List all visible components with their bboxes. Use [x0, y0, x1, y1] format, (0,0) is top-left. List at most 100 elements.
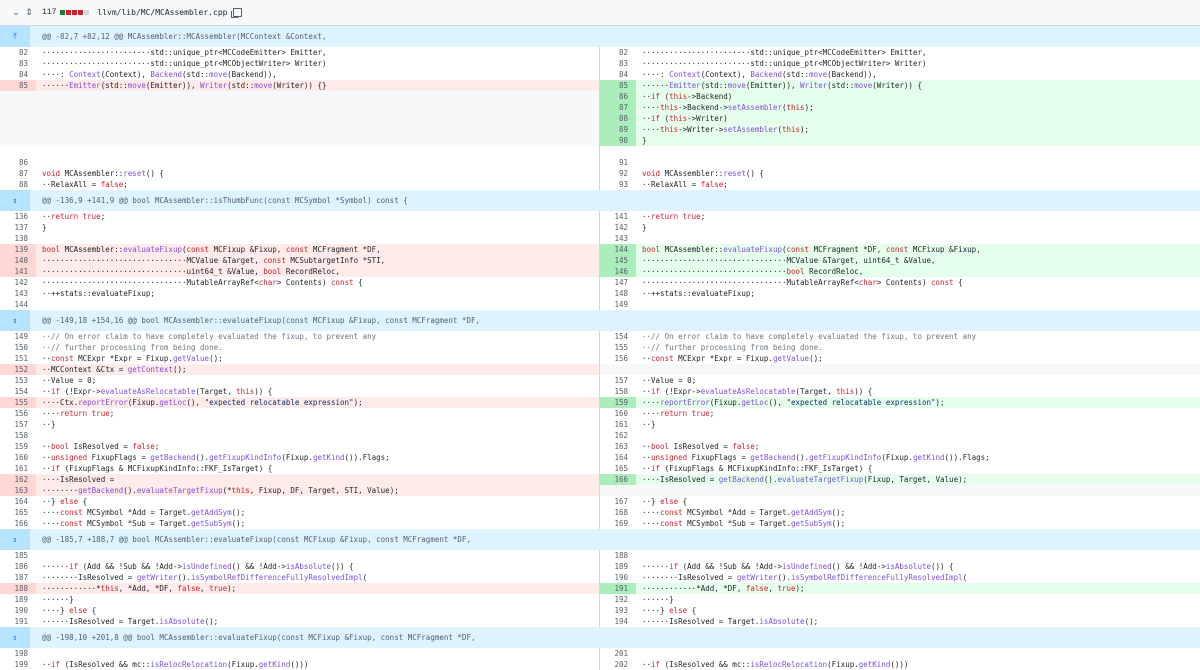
- line-number[interactable]: 141: [0, 266, 36, 277]
- line-number[interactable]: 92: [600, 168, 636, 179]
- line-number[interactable]: 165: [600, 463, 636, 474]
- line-number[interactable]: 136: [0, 211, 36, 222]
- line-number[interactable]: 146: [600, 266, 636, 277]
- expand-both-icon[interactable]: ⇕: [0, 529, 30, 550]
- line-number[interactable]: 162: [0, 474, 36, 485]
- line-number[interactable]: 166: [600, 474, 636, 485]
- line-number[interactable]: 144: [0, 299, 36, 310]
- line-number[interactable]: 148: [600, 288, 636, 299]
- line-number[interactable]: 142: [0, 277, 36, 288]
- expand-both-icon[interactable]: ⇕: [0, 627, 30, 648]
- line-number[interactable]: 185: [0, 550, 36, 561]
- line-number[interactable]: 157: [600, 375, 636, 386]
- line-number[interactable]: 141: [600, 211, 636, 222]
- line-number[interactable]: 152: [0, 364, 36, 375]
- line-number[interactable]: 160: [0, 452, 36, 463]
- line-number[interactable]: 191: [600, 583, 636, 594]
- line-number[interactable]: 169: [600, 518, 636, 529]
- line-number[interactable]: 188: [0, 583, 36, 594]
- line-number[interactable]: 85: [0, 80, 36, 91]
- line-number[interactable]: 192: [600, 594, 636, 605]
- line-number[interactable]: 160: [600, 408, 636, 419]
- line-number[interactable]: 187: [0, 572, 36, 583]
- line-number[interactable]: [600, 146, 636, 157]
- line-number[interactable]: 140: [0, 255, 36, 266]
- expand-both-icon[interactable]: ⇕: [0, 310, 30, 331]
- line-number[interactable]: 83: [0, 58, 36, 69]
- line-number[interactable]: 138: [0, 233, 36, 244]
- copy-icon[interactable]: [231, 8, 243, 18]
- line-number[interactable]: 158: [0, 430, 36, 441]
- line-number[interactable]: 142: [600, 222, 636, 233]
- line-number[interactable]: 191: [0, 616, 36, 627]
- line-number[interactable]: 139: [0, 244, 36, 255]
- expand-all-icon[interactable]: ⇕: [22, 7, 36, 18]
- line-number[interactable]: 84: [600, 69, 636, 80]
- line-number[interactable]: 87: [0, 168, 36, 179]
- line-number[interactable]: 156: [600, 353, 636, 364]
- line-number[interactable]: 149: [600, 299, 636, 310]
- line-number[interactable]: 93: [600, 179, 636, 190]
- line-number[interactable]: 167: [600, 496, 636, 507]
- line-number[interactable]: 155: [0, 397, 36, 408]
- line-number[interactable]: 194: [600, 616, 636, 627]
- line-number[interactable]: 201: [600, 648, 636, 659]
- line-number[interactable]: 86: [600, 91, 636, 102]
- line-number[interactable]: 163: [600, 441, 636, 452]
- line-number[interactable]: 202: [600, 659, 636, 670]
- line-number[interactable]: 199: [0, 659, 36, 670]
- line-number[interactable]: 193: [600, 605, 636, 616]
- line-number[interactable]: 189: [0, 594, 36, 605]
- line-number[interactable]: 145: [600, 255, 636, 266]
- line-number[interactable]: 159: [600, 397, 636, 408]
- line-number[interactable]: 88: [600, 113, 636, 124]
- line-number[interactable]: 159: [0, 441, 36, 452]
- line-number[interactable]: 86: [0, 157, 36, 168]
- line-number[interactable]: 88: [0, 179, 36, 190]
- line-number[interactable]: 85: [600, 80, 636, 91]
- line-number[interactable]: 190: [600, 572, 636, 583]
- line-number[interactable]: 84: [0, 69, 36, 80]
- chevron-down-icon[interactable]: ⌄: [10, 7, 22, 18]
- line-number[interactable]: 154: [600, 331, 636, 342]
- line-number[interactable]: 147: [600, 277, 636, 288]
- line-number[interactable]: 151: [0, 353, 36, 364]
- line-number[interactable]: 137: [0, 222, 36, 233]
- line-number[interactable]: 164: [600, 452, 636, 463]
- line-number[interactable]: 149: [0, 331, 36, 342]
- line-number[interactable]: 189: [600, 561, 636, 572]
- line-number[interactable]: 164: [0, 496, 36, 507]
- line-number[interactable]: 90: [600, 135, 636, 146]
- expand-both-icon[interactable]: ⇕: [0, 190, 30, 211]
- line-number[interactable]: 161: [0, 463, 36, 474]
- line-number[interactable]: 163: [0, 485, 36, 496]
- line-number[interactable]: 87: [600, 102, 636, 113]
- line-number[interactable]: 188: [600, 550, 636, 561]
- file-path[interactable]: llvm/lib/MC/MCAssembler.cpp: [97, 8, 227, 17]
- line-number[interactable]: 161: [600, 419, 636, 430]
- line-number[interactable]: 168: [600, 507, 636, 518]
- line-number[interactable]: 157: [0, 419, 36, 430]
- line-number[interactable]: 82: [0, 47, 36, 58]
- line-number[interactable]: 143: [0, 288, 36, 299]
- line-number[interactable]: 155: [600, 342, 636, 353]
- line-number[interactable]: 165: [0, 507, 36, 518]
- line-number[interactable]: 82: [600, 47, 636, 58]
- line-number[interactable]: 83: [600, 58, 636, 69]
- line-number[interactable]: 186: [0, 561, 36, 572]
- line-number[interactable]: 150: [0, 342, 36, 353]
- line-number[interactable]: [0, 146, 36, 157]
- line-number[interactable]: 153: [0, 375, 36, 386]
- line-number[interactable]: 156: [0, 408, 36, 419]
- line-number[interactable]: 166: [0, 518, 36, 529]
- line-number[interactable]: 198: [0, 648, 36, 659]
- line-number[interactable]: 143: [600, 233, 636, 244]
- expand-up-icon[interactable]: ⤒: [0, 26, 30, 47]
- line-number[interactable]: 89: [600, 124, 636, 135]
- line-number[interactable]: 162: [600, 430, 636, 441]
- line-number[interactable]: 190: [0, 605, 36, 616]
- line-number[interactable]: 144: [600, 244, 636, 255]
- line-number[interactable]: 91: [600, 157, 636, 168]
- line-number[interactable]: 158: [600, 386, 636, 397]
- line-number[interactable]: 154: [0, 386, 36, 397]
